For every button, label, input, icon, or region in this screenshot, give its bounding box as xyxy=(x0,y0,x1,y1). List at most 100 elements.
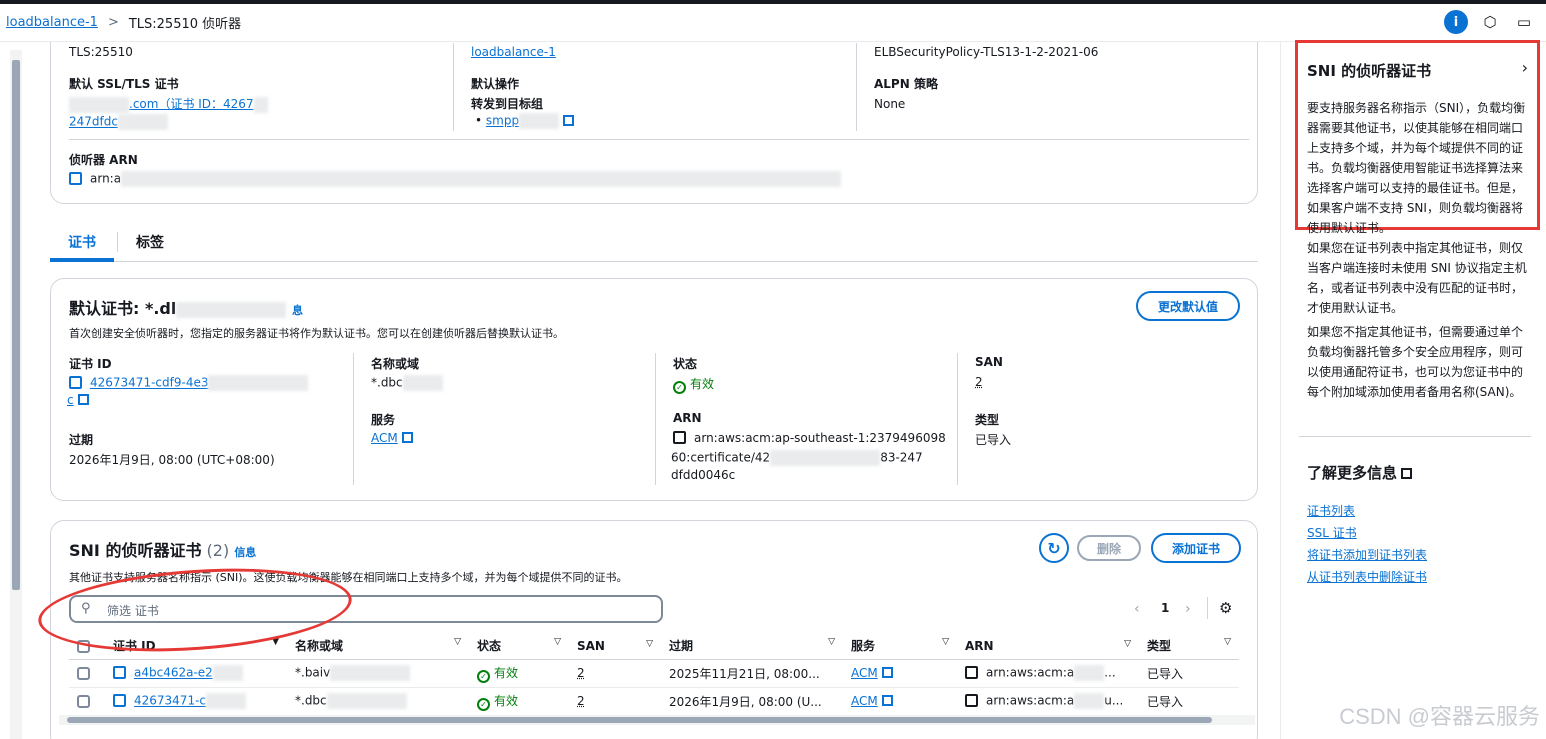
help-link-cert-list[interactable]: 证书列表 xyxy=(1307,502,1355,519)
breadcrumb-root-link[interactable]: loadbalance-1 xyxy=(6,15,98,30)
protocol-value: TLS:25510 xyxy=(69,45,133,59)
sni-info-link[interactable]: 信息 xyxy=(234,546,256,559)
check-circle-icon: ✓ xyxy=(477,697,490,711)
expiry-value: 2026年1月9日, 08:00 (UTC+08:00) xyxy=(69,453,275,467)
service-label: 服务 xyxy=(371,413,396,427)
col-type[interactable]: 类型 ▽ xyxy=(1139,633,1239,660)
domain-value: *.dbc xyxy=(371,375,443,391)
main-content: TLS:25510 loadbalance-1 ELBSecurityPolic… xyxy=(0,42,1280,739)
external-link-icon xyxy=(1401,468,1413,479)
help-paragraph-1: 要支持服务器名称指示（SNI），负载均衡器需要其他证书，以使其能够在相同端口上支… xyxy=(1307,101,1526,235)
copy-icon[interactable] xyxy=(69,375,82,389)
next-page-icon[interactable]: › xyxy=(1185,601,1191,617)
vertical-scrollbar[interactable] xyxy=(10,50,22,739)
add-certificate-button[interactable]: 添加证书 xyxy=(1151,533,1241,563)
breadcrumb-current: TLS:25510 侦听器 xyxy=(128,17,242,32)
header-tools: i ⬡ ▭ xyxy=(1444,10,1536,34)
sort-icon: ▽ xyxy=(454,637,461,648)
external-link-icon xyxy=(881,695,893,706)
alpn-label: ALPN 策略 xyxy=(874,77,938,91)
external-link-icon xyxy=(77,394,89,405)
sort-icon: ▽ xyxy=(942,637,949,648)
table-row[interactable]: 42673471-c *.dbc ✓ 有效 2 2026年1月9日, 08:00 … xyxy=(69,687,1239,716)
type-label: 类型 xyxy=(975,413,1000,427)
arn-label: ARN xyxy=(673,411,702,425)
copy-icon[interactable] xyxy=(965,693,978,707)
alpn-value: None xyxy=(874,97,906,111)
listener-details-card: TLS:25510 loadbalance-1 ELBSecurityPolic… xyxy=(50,42,1258,204)
default-cert-info-link[interactable]: 息 xyxy=(292,304,303,317)
default-cert-title: 默认证书: *.dl 息 xyxy=(69,299,303,318)
listener-arn-label: 侦听器 ARN xyxy=(69,153,138,167)
chevron-right-icon[interactable]: › xyxy=(1522,58,1528,77)
col-domain[interactable]: 名称或域 ▽ xyxy=(287,633,469,660)
tab-divider xyxy=(50,261,1258,262)
sort-icon: ▽ xyxy=(1224,637,1231,648)
row-checkbox[interactable] xyxy=(77,695,90,708)
san-label: SAN xyxy=(975,355,1003,369)
load-balancer-link[interactable]: loadbalance-1 xyxy=(471,45,556,59)
help-paragraph-3: 如果您不指定其他证书，但需要通过单个负载均衡器托管多个安全应用程序，则可以使用通… xyxy=(1307,325,1524,399)
status-value: ✓ 有效 xyxy=(673,375,714,394)
tabs: 证书 标签 xyxy=(50,222,1258,260)
acm-link[interactable]: ACM xyxy=(371,431,398,445)
arn-line3: dfdd0046c xyxy=(671,468,736,482)
san-value[interactable]: 2 xyxy=(975,375,983,389)
change-default-button[interactable]: 更改默认值 xyxy=(1136,291,1240,321)
copy-icon[interactable] xyxy=(113,665,126,679)
sort-icon: ▽ xyxy=(646,638,653,649)
col-expiry[interactable]: 过期 ▽ xyxy=(661,633,843,660)
copy-icon[interactable] xyxy=(69,171,82,185)
breadcrumb-separator: > xyxy=(107,15,119,30)
col-san[interactable]: SAN ▽ xyxy=(569,633,661,660)
row-checkbox[interactable] xyxy=(77,667,90,680)
help-divider xyxy=(1299,436,1531,437)
refresh-button[interactable]: ↻ xyxy=(1039,533,1069,563)
page-number[interactable]: 1 xyxy=(1161,601,1169,615)
help-link-add-cert[interactable]: 将证书添加到证书列表 xyxy=(1307,546,1427,563)
security-policy-value: ELBSecurityPolicy-TLS13-1-2-2021-06 xyxy=(874,45,1099,59)
help-link-ssl-cert[interactable]: SSL 证书 xyxy=(1307,524,1357,541)
horizontal-scrollbar[interactable] xyxy=(59,715,1255,725)
sort-icon: ▽ xyxy=(1124,638,1131,649)
cert-id-label: 证书 ID xyxy=(69,357,112,371)
copy-icon[interactable] xyxy=(113,693,126,707)
sort-icon: ▽ xyxy=(554,637,561,648)
info-icon[interactable]: i xyxy=(1444,10,1468,34)
table-row[interactable]: a4bc462a-e2 *.baiv ✓ 有效 2 2025年11月21日, 08… xyxy=(69,659,1239,688)
tab-tags[interactable]: 标签 xyxy=(136,232,164,252)
sni-certificates-table: 证书 ID ▼ 名称或域 ▽ 状态 ▽ SAN ▽ 过期 ▽ 服务 ▽ ARN ▽ 类型 ▽ a… xyxy=(69,633,1239,716)
help-paragraph-2: 如果您在证书列表中指定其他证书，则仅当客户端连接时未使用 SNI 协议指定主机名… xyxy=(1307,241,1527,315)
check-circle-icon: ✓ xyxy=(673,381,686,394)
screen-share-icon[interactable]: ▭ xyxy=(1512,10,1536,34)
external-link-icon xyxy=(563,114,575,126)
service-value: ACM xyxy=(371,431,413,445)
copy-icon[interactable] xyxy=(673,431,686,444)
sni-count: (2) xyxy=(206,541,230,560)
status-label: 状态 xyxy=(673,357,698,371)
col-arn[interactable]: ARN ▽ xyxy=(957,633,1139,660)
default-cert-description: 首次创建安全侦听器时，您指定的服务器证书将作为默认证书。您可以在创建侦听器后替换… xyxy=(69,327,564,340)
external-link-icon xyxy=(401,432,413,443)
delete-button[interactable]: 删除 xyxy=(1077,535,1141,561)
copy-icon[interactable] xyxy=(965,665,978,679)
settings-gear-icon[interactable]: ⚙ xyxy=(1219,599,1232,617)
col-status[interactable]: 状态 ▽ xyxy=(469,633,569,660)
default-cert-card: 默认证书: *.dl 息 更改默认值 首次创建安全侦听器时，您指定的服务器证书将… xyxy=(50,278,1258,501)
default-cert-value: .com（证书 ID：4267 xyxy=(69,95,268,113)
domain-label: 名称或域 xyxy=(371,357,420,371)
help-panel: SNI 的侦听器证书 › 要支持服务器名称指示（SNI），负载均衡器需要其他证书… xyxy=(1280,40,1546,739)
help-link-remove-cert[interactable]: 从证书列表中删除证书 xyxy=(1307,568,1427,585)
tab-active-indicator xyxy=(50,258,114,262)
sort-icon: ▽ xyxy=(828,637,835,648)
learn-more-heading: 了解更多信息 xyxy=(1307,462,1413,483)
target-group-link[interactable]: smpp xyxy=(486,114,519,128)
prev-page-icon[interactable]: ‹ xyxy=(1134,601,1140,617)
cert-id-tail: c xyxy=(67,393,89,407)
tab-certificates[interactable]: 证书 xyxy=(68,232,96,252)
arn-line2: 60:certificate/42 83-247 xyxy=(671,450,923,466)
help-panel-title: SNI 的侦听器证书 xyxy=(1307,62,1432,80)
arn-line1: arn:aws:acm:ap-southeast-1:2379496098 xyxy=(673,431,946,445)
hexagon-settings-icon[interactable]: ⬡ xyxy=(1478,10,1502,34)
col-service[interactable]: 服务 ▽ xyxy=(843,633,957,660)
